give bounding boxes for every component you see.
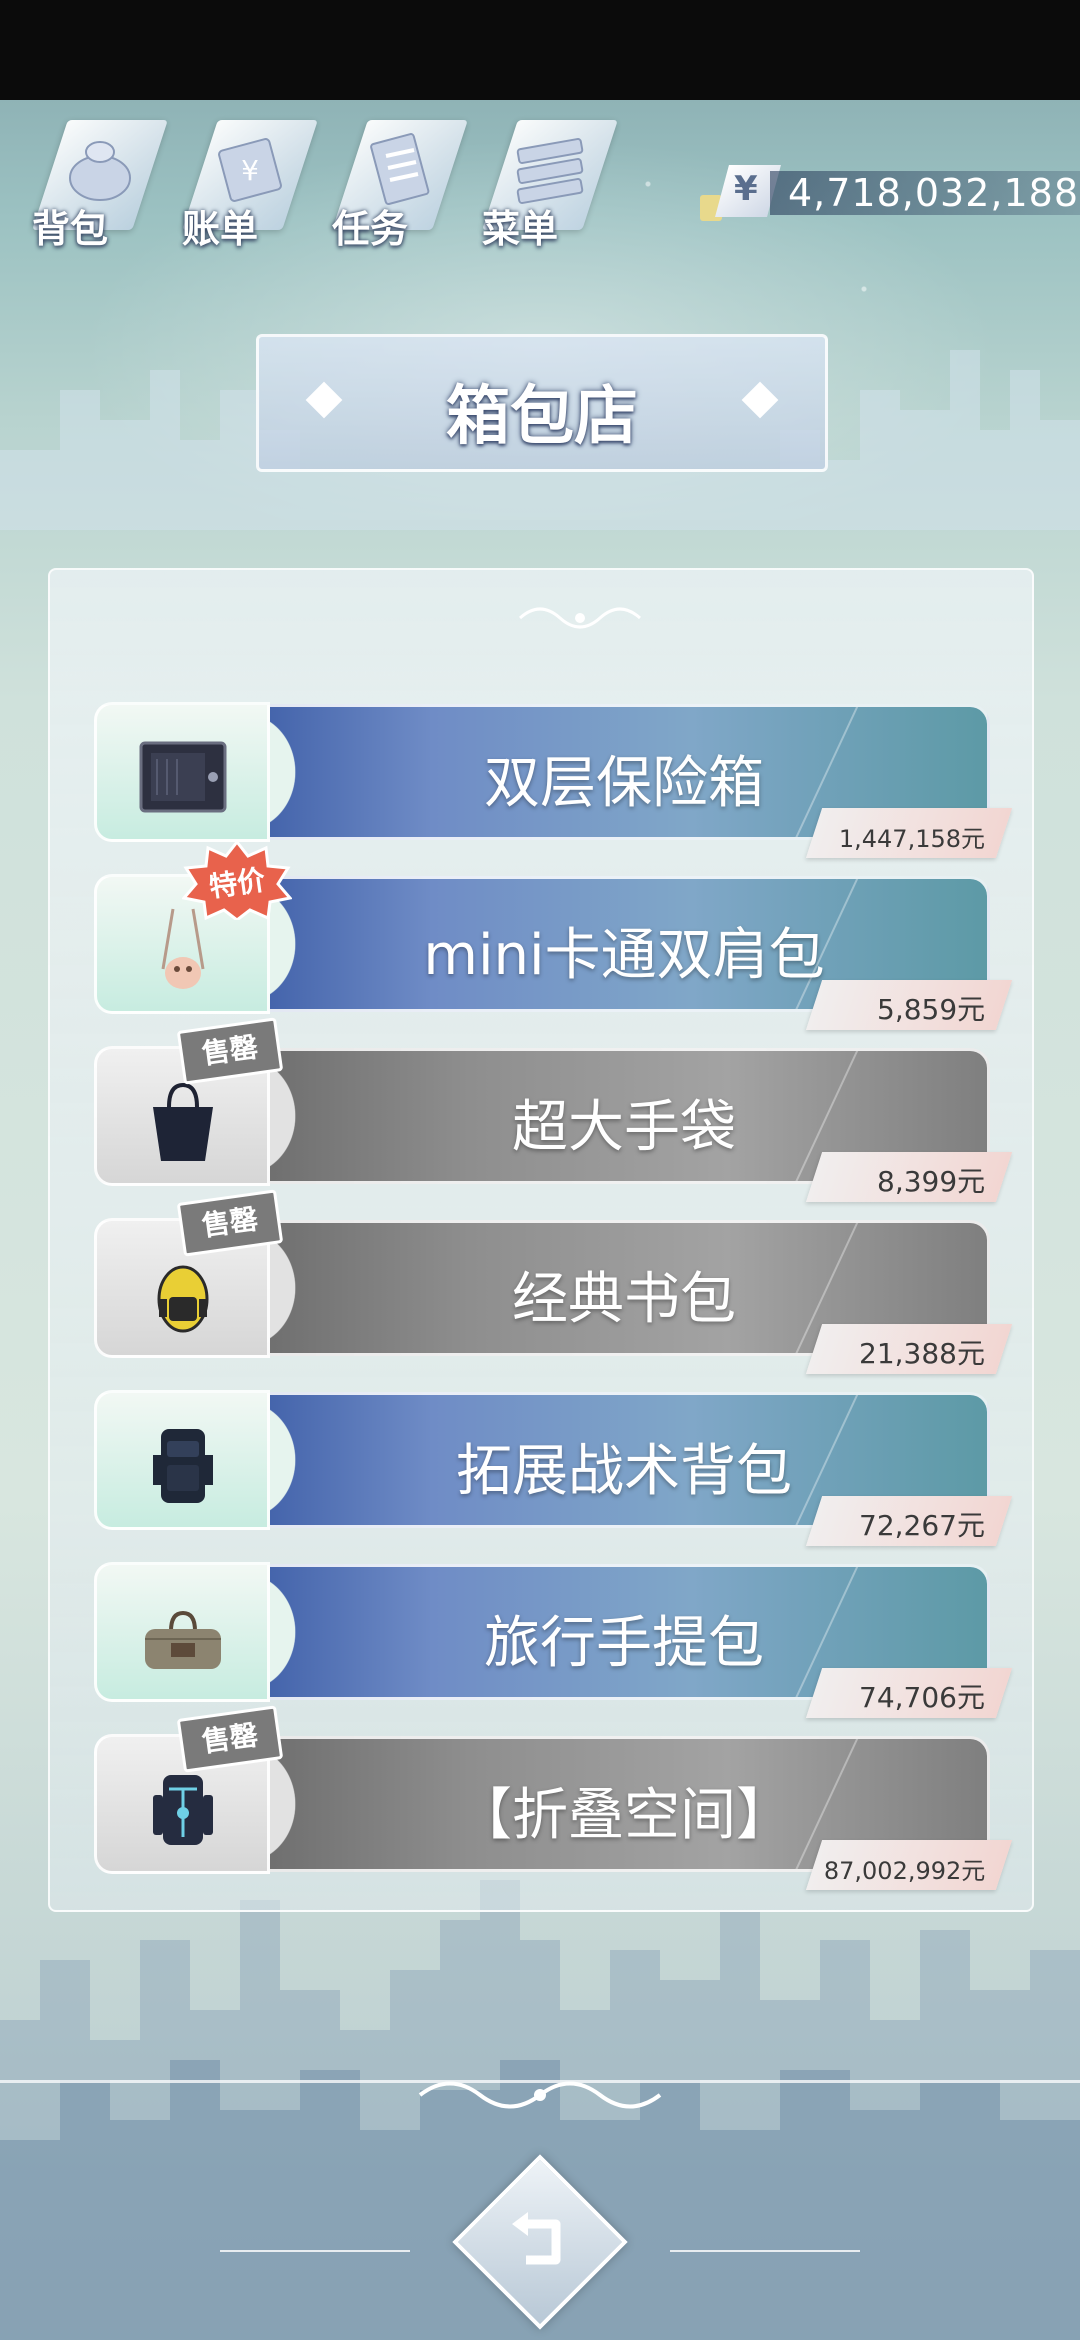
money-amount: 4,718,032,188 [788,171,1080,215]
item-name: 双层保险箱 [484,751,764,816]
sold-out-text: 售罄 [199,1202,260,1243]
item-price-text: 87,002,992元 [823,1857,985,1885]
item-price-text: 72,267元 [859,1509,986,1542]
shop-title-box: 箱包店 [256,334,828,472]
item-name: 【折叠空间】 [456,1783,792,1848]
folding-space-icon [153,1775,213,1845]
item-price: 72,267元 [805,1496,1013,1546]
item-thumbnail [94,702,270,842]
special-offer-badge: 特价 [181,839,293,922]
shop-item-school-bag[interactable]: 售罄 经典书包 21,388元 [94,1189,1013,1374]
item-price-text: 21,388元 [859,1337,986,1370]
yen-icon: ¥ [734,169,758,209]
nav-task-label: 任务 [332,207,409,251]
item-thumbnail [94,1390,270,1530]
deco-line-right [670,2250,860,2252]
item-price: 87,002,992元 [805,1840,1013,1890]
tote-bag-icon [153,1082,213,1161]
item-name: 经典书包 [512,1267,736,1332]
shop-item-mini-backpack[interactable]: 特价 mini卡通双肩包 5,859元 [94,839,1013,1030]
travel-bag-icon [145,1610,221,1669]
item-price: 5,859元 [805,980,1013,1030]
bottom-flourish-icon [418,2081,662,2109]
sold-out-text: 售罄 [199,1030,260,1071]
item-price-text: 5,859元 [876,993,986,1026]
shop-item-travel-bag[interactable]: 旅行手提包 74,706元 [94,1562,1013,1718]
shop-item-safe[interactable]: 双层保险箱 1,447,158元 [94,702,1013,858]
item-price-text: 1,447,158元 [838,825,985,853]
item-thumbnail [94,1562,270,1702]
safe-icon [139,741,227,813]
item-name: 拓展战术背包 [456,1439,792,1504]
nav-bag-label: 背包 [32,207,109,251]
item-name: 旅行手提包 [484,1611,764,1676]
status-bar [0,0,1080,100]
nav-bill-label: 账单 [182,207,259,251]
nav-menu[interactable]: 菜单 [470,110,618,260]
top-nav: 背包 ¥ 账单 任务 菜单 [20,110,620,260]
money-display: ¥ 4,718,032,188 [700,165,1080,225]
shop-item-tote-bag[interactable]: 售罄 超大手袋 8,399元 [94,1017,1013,1202]
sold-out-text: 售罄 [199,1718,260,1759]
deco-line-left [220,2250,410,2252]
page-title: 箱包店 [446,380,638,454]
item-price: 21,388元 [805,1324,1013,1374]
nav-menu-label: 菜单 [482,207,559,251]
back-arrow-icon [512,2212,561,2265]
svg-text:¥: ¥ [241,154,259,187]
item-name: 超大手袋 [512,1095,736,1160]
panel-flourish-icon [518,607,642,629]
nav-bag[interactable]: 背包 [20,110,168,260]
nav-task[interactable]: 任务 [320,110,468,260]
tactical-backpack-icon [153,1429,213,1503]
shop-item-folding-space[interactable]: 售罄 【折叠空间】 87,002,992元 [94,1705,1013,1890]
school-bag-icon [157,1265,209,1333]
item-price: 74,706元 [805,1668,1013,1718]
shop-item-tactical-backpack[interactable]: 拓展战术背包 72,267元 [94,1390,1013,1546]
nav-bill[interactable]: ¥ 账单 [170,110,318,260]
item-name: mini卡通双肩包 [423,923,825,988]
item-price-text: 8,399元 [876,1165,986,1198]
item-price: 1,447,158元 [805,808,1013,858]
item-price: 8,399元 [805,1152,1013,1202]
item-price-text: 74,706元 [859,1681,986,1714]
